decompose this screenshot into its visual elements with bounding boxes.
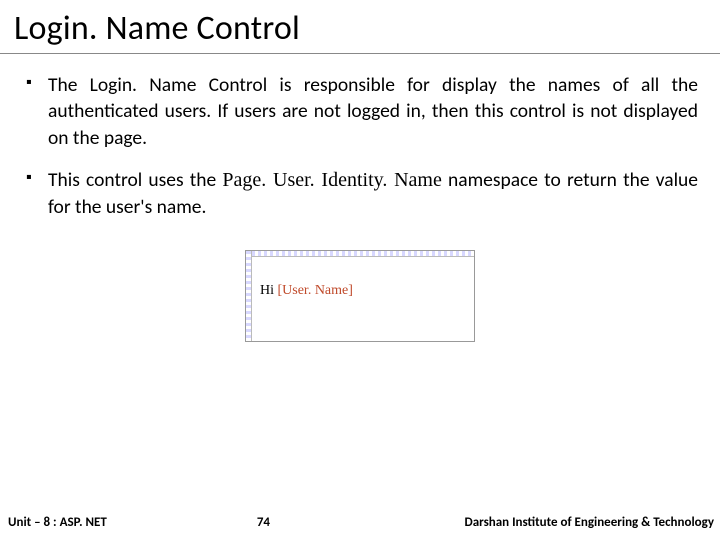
footer-page-number: 74 <box>257 515 270 530</box>
figure-container: Hi [User. Name] <box>22 250 698 347</box>
footer-unit: Unit – 8 : ASP. NET <box>8 515 107 530</box>
designer-preview-box: Hi [User. Name] <box>245 250 475 342</box>
namespace-code: Page. User. Identity. Name <box>222 169 441 191</box>
bullet-item: The Login. Name Control is responsible f… <box>22 72 698 151</box>
slide-title: Login. Name Control <box>0 0 720 54</box>
bullet-item: This control uses the Page. User. Identi… <box>22 167 698 220</box>
slide-footer: Unit – 8 : ASP. NET 74 Darshan Institute… <box>0 510 720 540</box>
footer-org: Darshan Institute of Engineering & Techn… <box>465 515 715 530</box>
bullet-text: The Login. Name Control is responsible f… <box>48 73 698 150</box>
greeting-text: Hi <box>260 283 278 298</box>
bullet-text: This control uses the <box>48 168 222 192</box>
slide-content: The Login. Name Control is responsible f… <box>0 54 720 347</box>
username-placeholder: [User. Name] <box>278 283 353 298</box>
designer-canvas: Hi [User. Name] <box>252 257 474 341</box>
